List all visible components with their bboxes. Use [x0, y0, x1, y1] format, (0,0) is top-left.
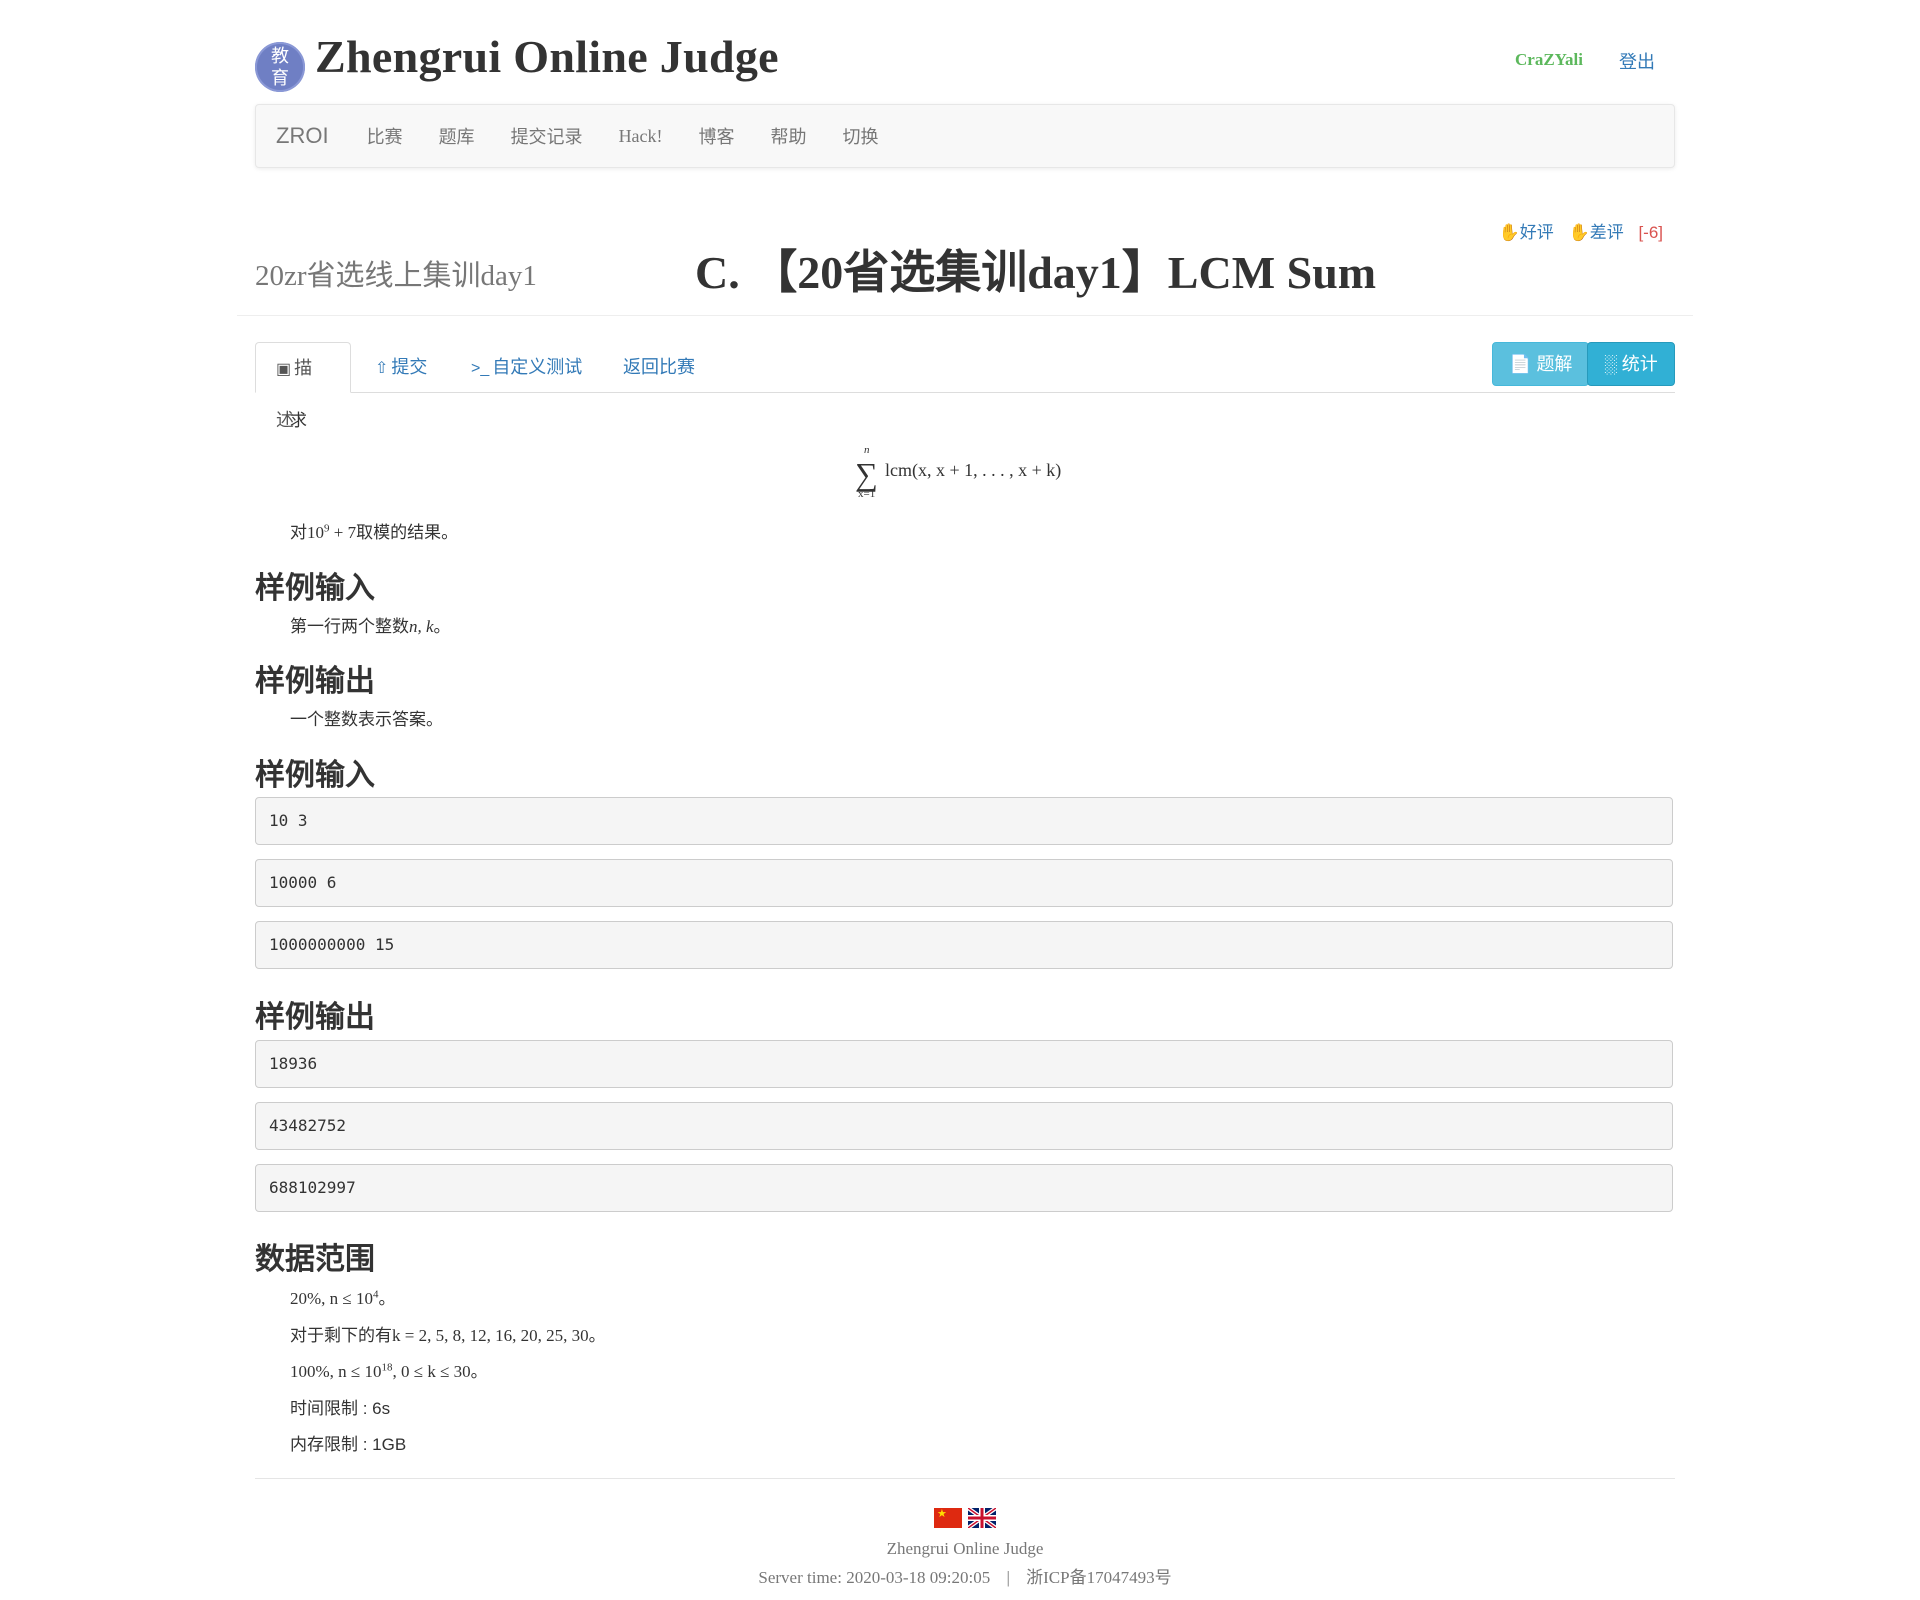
- rating-score: [-6]: [1638, 223, 1663, 242]
- upvote-label: 好评: [1519, 223, 1554, 242]
- formula-upper: n: [864, 444, 870, 456]
- tab-custom-test-label: 自定义测试: [492, 357, 583, 377]
- range-line-2: 对于剩下的有k = 2, 5, 8, 12, 16, 20, 25, 30。: [290, 1321, 606, 1346]
- footer-site-name: Zhengrui Online Judge: [886, 1539, 1044, 1558]
- thumbs-up-icon: ✋: [1498, 223, 1520, 242]
- sample-output-block: 43482752: [255, 1102, 1673, 1150]
- nav-item-help[interactable]: 帮助: [753, 123, 825, 149]
- downvote-button[interactable]: ✋差评: [1569, 223, 1624, 242]
- book-icon: ▣: [276, 361, 292, 378]
- sample-input-heading: 样例输入: [255, 759, 375, 792]
- logo-text-bottom: 育: [271, 68, 289, 88]
- range-2-math: k = 2, 5, 8, 12, 16, 20, 25, 30: [392, 1326, 589, 1345]
- sample-input-block: 1000000000 15: [255, 921, 1673, 969]
- header: 教 育 Zhengrui Online Judge CraZYali 登出: [255, 0, 1675, 100]
- server-time: Server time: 2020-03-18 09:20:05: [758, 1568, 991, 1587]
- nav-item-problems[interactable]: 题库: [421, 123, 493, 149]
- nav-item-contests[interactable]: 比赛: [349, 123, 421, 149]
- nav-item-blogs[interactable]: 博客: [681, 123, 753, 149]
- footer-meta: Server time: 2020-03-18 09:20:05 | 浙ICP备…: [255, 1563, 1675, 1588]
- flag-gb-icon[interactable]: [968, 1508, 996, 1528]
- range-line-1: 20%, n ≤ 104。: [290, 1284, 396, 1309]
- range-3-exp: 18: [381, 1361, 393, 1374]
- terminal-icon: >_: [471, 360, 490, 377]
- problem-tabs: ▣ 描述 ⇧ 提交 >_ 自定义测试 返回比赛: [255, 342, 1675, 430]
- nav-brand[interactable]: ZROI: [256, 123, 349, 149]
- input-desc-vars: n, k: [409, 617, 434, 636]
- sample-input-block: 10000 6: [255, 859, 1673, 907]
- input-desc-prefix: 第一行两个整数: [290, 617, 409, 636]
- nav-item-switch[interactable]: 切换: [825, 123, 897, 149]
- nav-item-submissions[interactable]: 提交记录: [493, 123, 601, 149]
- main-navbar: ZROI 比赛 题库 提交记录 Hack! 博客 帮助 切换: [255, 104, 1675, 168]
- tab-back-to-contest[interactable]: 返回比赛: [603, 342, 715, 390]
- sample-output-block: 688102997: [255, 1164, 1673, 1212]
- range-1-end: 。: [378, 1289, 396, 1308]
- range-2-suffix: 。: [588, 1326, 606, 1345]
- mod-base: 10: [307, 523, 324, 542]
- file-icon: 📄: [1509, 354, 1532, 374]
- modulo-line: 对109 + 7取模的结果。: [290, 518, 458, 543]
- input-desc-suffix: 。: [433, 617, 451, 636]
- sample-output-block: 18936: [255, 1040, 1673, 1088]
- thumbs-down-icon: ✋: [1568, 223, 1590, 242]
- logo-text-top: 教: [271, 46, 289, 66]
- downvote-label: 差评: [1589, 223, 1624, 242]
- nav-item-hack[interactable]: Hack!: [601, 126, 681, 147]
- stats-label: 统计: [1621, 354, 1658, 374]
- title-divider: [237, 315, 1693, 316]
- sample-input-block: 10 3: [255, 797, 1673, 845]
- stats-button[interactable]: ░ 统计: [1587, 342, 1675, 386]
- problem-title: C. 【20省选集训day1】LCM Sum: [695, 247, 1377, 298]
- contest-name: 20zr省选线上集训day1: [255, 260, 537, 292]
- sum-formula: n ∑ x=1 lcm(x, x + 1, . . . , x + k): [855, 444, 1155, 502]
- time-limit: 时间限制 : 6s: [290, 1399, 391, 1418]
- range-2-prefix: 对于剩下的有: [290, 1326, 392, 1345]
- tab-custom-test[interactable]: >_ 自定义测试: [451, 342, 602, 390]
- sample-output-heading: 样例输出: [255, 1001, 375, 1034]
- range-3-rest: , 0 ≤ k ≤ 30: [392, 1362, 471, 1381]
- range-1-main: 20%, n ≤ 10: [290, 1289, 373, 1308]
- solution-label: 题解: [1536, 354, 1573, 374]
- tab-back-label: 返回比赛: [623, 357, 695, 377]
- range-3-end: 。: [470, 1362, 488, 1381]
- site-logo[interactable]: 教 育: [255, 42, 305, 92]
- page-container: 教 育 Zhengrui Online Judge CraZYali 登出 ZR…: [237, 0, 1693, 1587]
- memory-limit: 内存限制 : 1GB: [290, 1435, 407, 1454]
- input-description: 第一行两个整数n, k。: [290, 612, 451, 637]
- username-link[interactable]: CraZYali: [1515, 50, 1583, 70]
- footer-separator: |: [1006, 1568, 1010, 1587]
- bar-chart-icon: ░: [1604, 354, 1617, 374]
- solution-button[interactable]: 📄 题解: [1492, 342, 1590, 386]
- logout-link[interactable]: 登出: [1619, 48, 1655, 74]
- statement-intro: 求: [290, 411, 307, 430]
- range-3-main: 100%, n ≤ 10: [290, 1362, 382, 1381]
- footer-divider: [255, 1478, 1675, 1479]
- icp-link[interactable]: 浙ICP备17047493号: [1026, 1568, 1171, 1587]
- output-heading: 样例输出: [255, 665, 375, 698]
- output-description: 一个整数表示答案。: [290, 710, 443, 729]
- mod-prefix: 对: [290, 523, 307, 542]
- flag-cn-icon[interactable]: ★: [934, 1508, 962, 1528]
- tab-submit-label: 提交: [391, 357, 428, 377]
- site-title[interactable]: Zhengrui Online Judge: [315, 30, 779, 83]
- range-heading: 数据范围: [255, 1243, 375, 1276]
- tab-description[interactable]: ▣ 描述: [255, 342, 351, 430]
- range-line-3: 100%, n ≤ 1018, 0 ≤ k ≤ 30。: [290, 1357, 488, 1382]
- upload-icon: ⇧: [375, 360, 389, 377]
- language-switcher: ★: [934, 1508, 996, 1528]
- problem-rating: ✋好评 ✋差评 [-6]: [1499, 218, 1663, 243]
- input-heading: 样例输入: [255, 572, 375, 605]
- formula-lower: x=1: [858, 488, 876, 500]
- mod-rest: + 7: [329, 523, 357, 542]
- formula-body: lcm(x, x + 1, . . . , x + k): [885, 460, 1062, 480]
- mod-suffix: 取模的结果。: [356, 523, 459, 542]
- upvote-button[interactable]: ✋好评: [1499, 223, 1554, 242]
- tab-submit[interactable]: ⇧ 提交: [355, 342, 447, 390]
